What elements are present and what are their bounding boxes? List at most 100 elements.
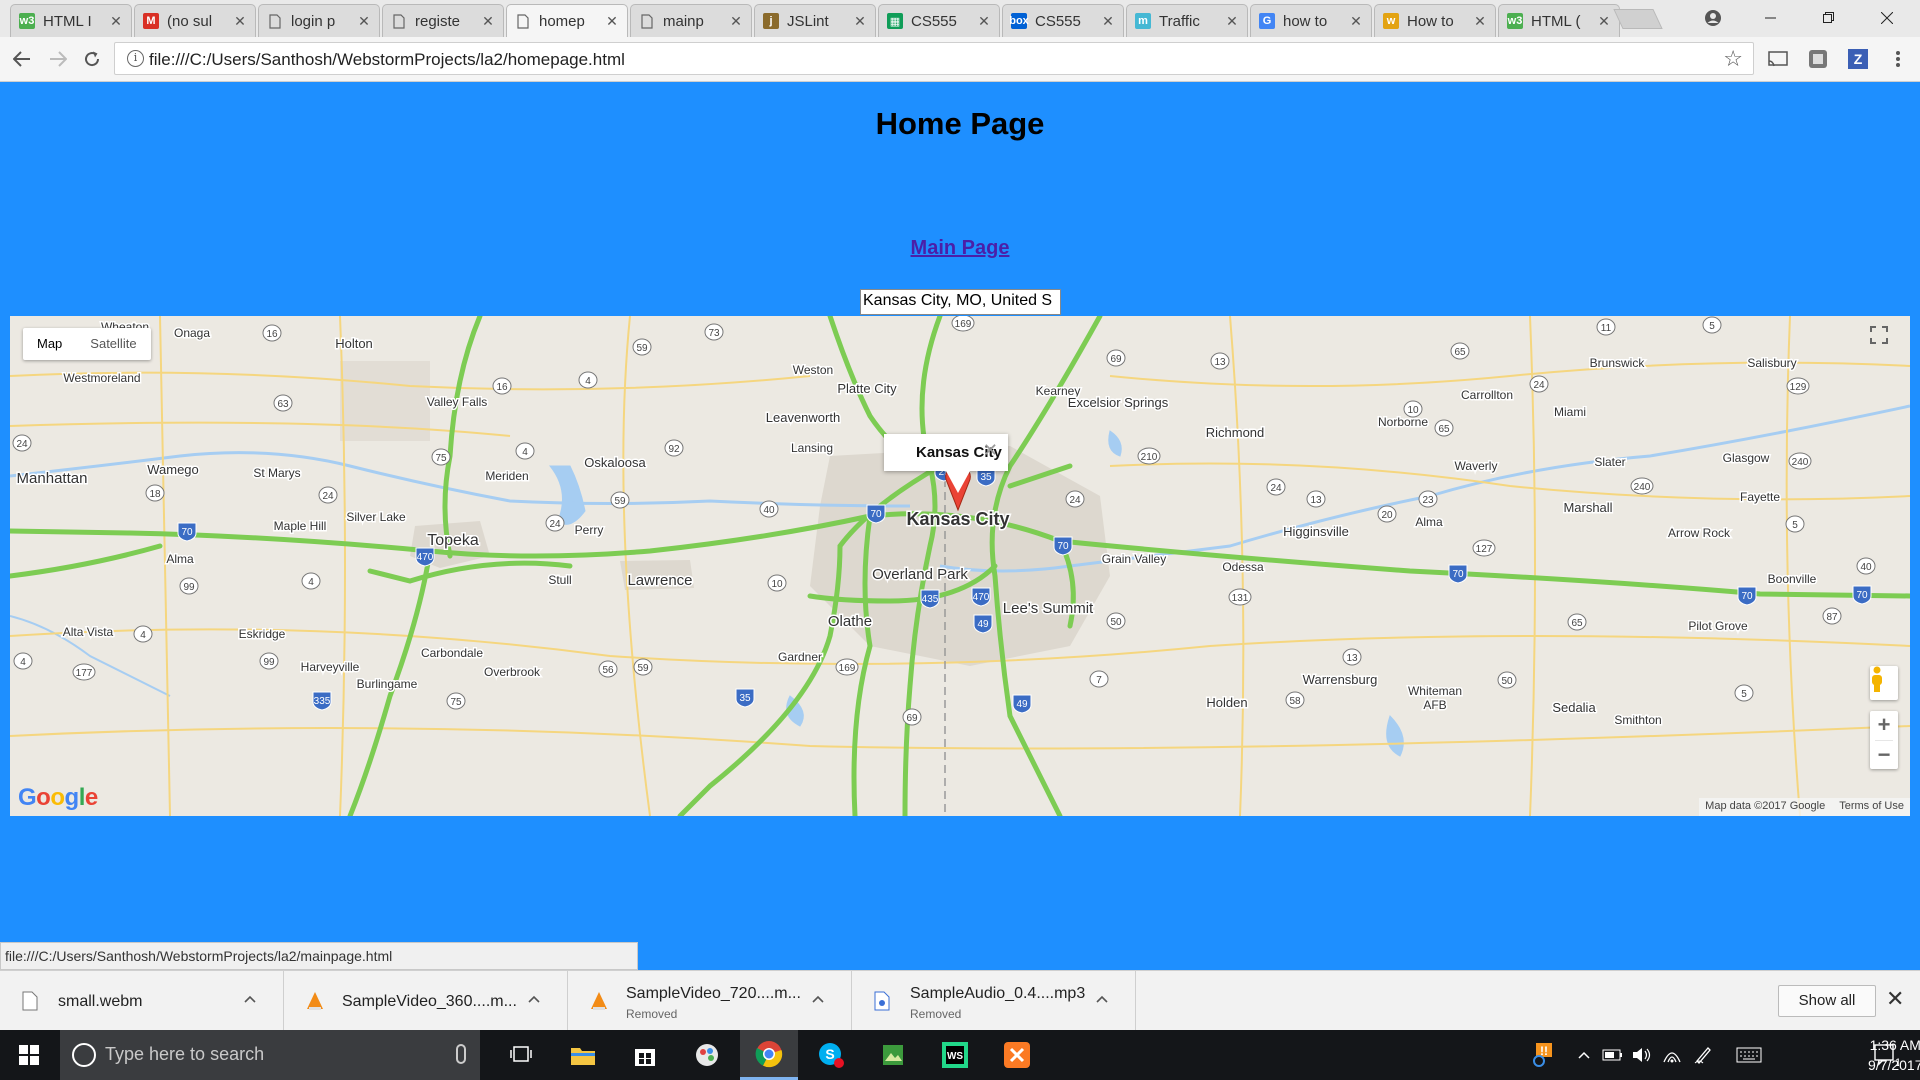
warning-tray-icon[interactable]: !! [1530,1030,1556,1080]
place-label: Higginsville [1283,524,1349,539]
shield-number: 70 [1856,590,1868,601]
tab-close-icon[interactable]: ✕ [357,13,371,30]
taskbar-search-box[interactable]: Type here to search [60,1030,480,1080]
show-hidden-icons-icon[interactable] [1574,1030,1594,1080]
shield-number: 87 [1826,612,1838,623]
download-item[interactable]: SampleVideo_360....m... [284,971,568,1030]
webstorm-icon[interactable]: WS [926,1030,984,1080]
browser-tab[interactable]: m Traffic ✕ [1126,4,1248,37]
main-page-link[interactable]: Main Page [0,237,1920,260]
chrome-taskbar-icon[interactable] [740,1030,798,1080]
info-window-close-icon[interactable]: ✕ [983,440,998,461]
task-view-icon[interactable] [492,1030,550,1080]
browser-tab[interactable]: homep ✕ [506,4,628,37]
battery-icon[interactable] [1600,1030,1626,1080]
location-input[interactable]: Kansas City, MO, United S [860,289,1061,315]
skype-icon[interactable]: S [802,1030,860,1080]
microphone-icon[interactable] [456,1044,466,1064]
info-icon[interactable]: i [127,50,144,67]
fullscreen-icon[interactable] [1870,326,1900,356]
tab-close-icon[interactable]: ✕ [109,13,123,30]
pegman-street-view-icon[interactable] [1870,666,1898,700]
chevron-up-icon[interactable] [528,987,540,1008]
google-logo[interactable]: Google [18,784,98,812]
browser-tab[interactable]: j JSLint ✕ [754,4,876,37]
browser-tab[interactable]: mainp ✕ [630,4,752,37]
wifi-icon[interactable] [1660,1030,1684,1080]
zoom-in-icon[interactable]: + [1870,711,1898,740]
action-center-icon[interactable]: 1 [1866,1030,1906,1080]
browser-tab[interactable]: login p ✕ [258,4,380,37]
store-icon[interactable] [616,1030,674,1080]
route-shield: 73 [704,323,724,341]
download-item[interactable]: SampleAudio_0.4....mp3 Removed [852,971,1136,1030]
browser-tab[interactable]: ▦ CS555 ✕ [878,4,1000,37]
tab-close-icon[interactable]: ✕ [977,13,991,30]
profile-icon[interactable] [1690,4,1736,32]
terms-of-use-link[interactable]: Terms of Use [1839,800,1904,814]
tab-title: mainp [663,12,704,30]
place-label: Whiteman [1408,684,1462,698]
browser-tab[interactable]: w3 HTML (✕ [1498,4,1620,37]
restore-icon[interactable] [1806,4,1852,32]
address-bar[interactable]: i file:///C:/Users/Santhosh/WebstormProj… [114,42,1754,75]
reload-icon[interactable] [78,45,106,73]
download-item[interactable]: SampleVideo_720....m... Removed [568,971,852,1030]
zotero-icon[interactable]: Z [1846,47,1870,71]
tab-close-icon[interactable]: ✕ [1597,13,1611,30]
extension-icon[interactable] [1806,47,1830,71]
route-shield: 169 [951,316,975,332]
interstate-shield: 70 [1852,585,1872,605]
place-label: Miami [1554,405,1586,419]
chevron-up-icon[interactable] [244,987,256,1008]
cast-icon[interactable] [1766,47,1790,71]
browser-tab[interactable]: w How to ✕ [1374,4,1496,37]
browser-tab[interactable]: registe ✕ [382,4,504,37]
shield-number: 70 [1057,541,1069,552]
tab-close-icon[interactable]: ✕ [853,13,867,30]
jslint-icon: j [763,13,779,29]
tab-close-icon[interactable]: ✕ [1349,13,1363,30]
pen-ink-icon[interactable] [1690,1030,1716,1080]
map-canvas[interactable]: 16597316969 136511 524 129106516463244 9275 2… [10,316,1910,816]
chevron-up-icon[interactable] [1096,987,1108,1008]
place-label: Onaga [174,326,210,340]
xampp-icon[interactable] [988,1030,1046,1080]
route-shield: 65 [1450,342,1470,360]
google-map[interactable]: 16 59 73 169 69 13 65 11 5 24 129 10 65 16 4 63 24 4 92 75 2… [10,316,1910,816]
tab-close-icon[interactable]: ✕ [1225,13,1239,30]
tab-close-icon[interactable]: ✕ [729,13,743,30]
browser-tab[interactable]: w3 HTML I ✕ [10,4,132,37]
browser-tab[interactable]: M (no sul ✕ [134,4,256,37]
zoom-out-icon[interactable]: − [1870,741,1898,770]
back-arrow-icon[interactable] [8,45,36,73]
show-all-button[interactable]: Show all [1778,985,1876,1017]
close-shelf-icon[interactable]: ✕ [1886,986,1904,1012]
interstate-shield: 70 [1448,564,1468,584]
tab-close-icon[interactable]: ✕ [605,13,619,30]
new-tab-button[interactable] [1613,9,1663,29]
tab-close-icon[interactable]: ✕ [1473,13,1487,30]
tab-close-icon[interactable]: ✕ [233,13,247,30]
shield-number: 4 [522,447,528,458]
image-viewer-icon[interactable] [864,1030,922,1080]
paint-app-icon[interactable] [678,1030,736,1080]
tab-close-icon[interactable]: ✕ [481,13,495,30]
map-type-map-button[interactable]: Map [23,328,76,360]
map-type-satellite-button[interactable]: Satellite [76,328,150,360]
chrome-menu-icon[interactable] [1886,47,1910,71]
volume-icon[interactable] [1630,1030,1654,1080]
chevron-up-icon[interactable] [812,987,824,1008]
browser-tab[interactable]: box CS555 ✕ [1002,4,1124,37]
bookmark-star-icon[interactable]: ☆ [1723,46,1743,72]
tab-close-icon[interactable]: ✕ [1101,13,1115,30]
file-explorer-icon[interactable] [554,1030,612,1080]
touch-keyboard-icon[interactable] [1734,1030,1764,1080]
close-window-icon[interactable] [1864,4,1910,32]
minimize-icon[interactable] [1748,4,1794,32]
download-item[interactable]: small.webm [0,971,284,1030]
windows-start-icon[interactable] [0,1030,58,1080]
forward-arrow-icon[interactable] [44,45,72,73]
browser-tab[interactable]: Ghow to ✕ [1250,4,1372,37]
tab-title: how to [1283,12,1328,30]
